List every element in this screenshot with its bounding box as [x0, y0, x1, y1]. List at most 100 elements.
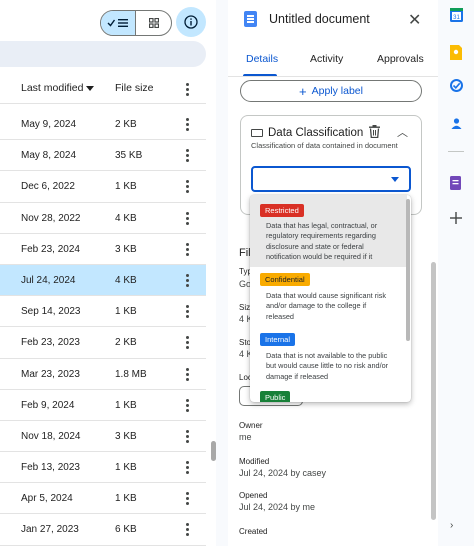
view-toolbar — [0, 7, 216, 37]
tasks-icon[interactable] — [450, 79, 463, 92]
row-more-icon[interactable] — [183, 336, 191, 350]
tab-approvals[interactable]: Approvals — [377, 53, 424, 65]
row-last-modified: Nov 28, 2022 — [21, 212, 81, 224]
list-view-button[interactable] — [101, 11, 137, 35]
row-more-icon[interactable] — [183, 398, 191, 412]
confidential-description: Data that would cause significant risk a… — [266, 291, 387, 321]
header-more-icon[interactable] — [183, 83, 191, 96]
panel-header: Untitled document ✕ — [228, 0, 438, 40]
drive-window: Last modified File size May 9, 2024 2 KB M… — [0, 0, 474, 546]
table-row[interactable]: Nov 28, 2022 4 KB — [0, 203, 206, 234]
contacts-icon[interactable] — [450, 117, 463, 130]
calendar-icon[interactable]: 31 — [450, 8, 463, 22]
row-more-icon[interactable] — [183, 242, 191, 256]
side-rail: 31 › — [438, 0, 474, 546]
forms-icon[interactable] — [450, 176, 461, 190]
table-row[interactable]: Feb 23, 2024 3 KB — [0, 234, 206, 265]
table-row[interactable]: Feb 23, 2023 2 KB — [0, 327, 206, 359]
svg-text:31: 31 — [453, 15, 460, 21]
chevron-right-icon[interactable]: › — [450, 520, 453, 531]
row-more-icon[interactable] — [183, 149, 191, 163]
table-row[interactable]: Feb 9, 2024 1 KB — [0, 390, 206, 421]
sort-last-modified[interactable]: Last modified — [21, 82, 95, 94]
list-header: Last modified File size — [0, 72, 206, 104]
row-file-size: 1 KB — [115, 181, 137, 193]
row-file-size: 3 KB — [115, 430, 137, 442]
classification-header: Data Classification ︿ — [251, 125, 411, 141]
table-row[interactable]: Jan 27, 2023 6 KB — [0, 514, 206, 546]
classification-title: Data Classification — [268, 127, 364, 139]
table-row[interactable]: Apr 5, 2024 1 KB — [0, 483, 206, 515]
view-toggle — [100, 10, 172, 36]
option-public[interactable]: Public — [250, 391, 407, 402]
restricted-chip: Restricted — [260, 204, 304, 217]
opened-value: Jul 24, 2024 by me — [239, 502, 316, 512]
row-more-icon[interactable] — [183, 211, 191, 225]
modified-value: Jul 24, 2024 by casey — [239, 468, 327, 478]
row-last-modified: Feb 23, 2023 — [21, 337, 80, 349]
last-modified-header: Last modified — [21, 82, 84, 94]
file-details-heading: Fil — [239, 247, 251, 259]
row-last-modified: Jul 24, 2024 — [21, 274, 76, 286]
rail-divider — [448, 151, 464, 152]
list-view-icon — [107, 19, 128, 27]
row-more-icon[interactable] — [183, 492, 191, 506]
option-restricted[interactable]: Restricted Data that has legal, contract… — [250, 195, 407, 267]
apply-label-text: Apply label — [311, 85, 363, 97]
grid-view-icon — [148, 18, 159, 28]
classification-select[interactable] — [251, 166, 411, 192]
file-size-header[interactable]: File size — [115, 82, 154, 94]
row-more-icon[interactable] — [183, 118, 191, 131]
row-more-icon[interactable] — [183, 523, 191, 537]
collapse-chevron-icon[interactable]: ︿ — [397, 124, 408, 140]
filter-bar[interactable] — [0, 41, 206, 67]
table-row[interactable]: Nov 18, 2024 3 KB — [0, 421, 206, 453]
details-scrollbar[interactable] — [431, 262, 436, 520]
file-list-scrollbar[interactable] — [211, 441, 216, 461]
option-confidential[interactable]: Confidential Data that would cause signi… — [250, 267, 407, 329]
row-more-icon[interactable] — [183, 273, 191, 287]
row-last-modified: May 9, 2024 — [21, 119, 77, 130]
table-row[interactable]: May 8, 2024 35 KB — [0, 140, 206, 172]
tab-details[interactable]: Details — [246, 53, 278, 65]
opened-label: Opened — [239, 491, 268, 500]
table-row[interactable]: May 9, 2024 2 KB — [0, 109, 206, 141]
tab-activity[interactable]: Activity — [310, 53, 343, 65]
panel-tabs: Details Activity Approvals — [228, 50, 438, 77]
owner-label: Owner — [239, 421, 263, 430]
row-file-size: 2 KB — [115, 119, 137, 130]
row-last-modified: Apr 5, 2024 — [21, 493, 73, 505]
row-file-size: 1.8 MB — [115, 368, 147, 380]
table-row[interactable]: Feb 13, 2023 1 KB — [0, 452, 206, 484]
modified-label: Modified — [239, 457, 270, 466]
option-internal[interactable]: Internal Data that is not available to t… — [250, 329, 407, 391]
row-last-modified: Sep 14, 2023 — [21, 306, 81, 318]
row-more-icon[interactable] — [183, 461, 191, 475]
internal-chip: Internal — [260, 333, 296, 346]
table-row[interactable]: Jul 24, 2024 4 KB — [0, 264, 206, 297]
row-more-icon[interactable] — [183, 429, 191, 443]
dropdown-scrollbar[interactable] — [406, 199, 410, 341]
row-file-size: 6 KB — [115, 524, 137, 536]
close-icon[interactable]: ✕ — [408, 10, 421, 30]
row-more-icon[interactable] — [183, 305, 191, 319]
public-chip: Public — [260, 391, 291, 402]
internal-description: Data that is not available to the public… — [266, 351, 389, 381]
label-icon — [251, 129, 263, 137]
tab-divider — [228, 76, 438, 77]
apply-label-button[interactable]: + Apply label — [240, 80, 422, 102]
add-icon[interactable] — [450, 212, 462, 224]
details-info-button[interactable] — [176, 7, 206, 37]
row-file-size: 4 KB — [115, 274, 137, 286]
row-more-icon[interactable] — [183, 180, 191, 194]
table-row[interactable]: Sep 14, 2023 1 KB — [0, 296, 206, 328]
file-rows: May 9, 2024 2 KB May 8, 2024 35 KB Dec 6, 20… — [0, 109, 206, 546]
row-last-modified: Feb 13, 2023 — [21, 462, 80, 474]
grid-view-button[interactable] — [136, 11, 171, 35]
table-row[interactable]: Dec 6, 2022 1 KB — [0, 171, 206, 203]
trash-icon[interactable] — [369, 125, 380, 138]
owner-value: me — [239, 432, 252, 442]
keep-icon[interactable] — [450, 45, 462, 60]
table-row[interactable]: Mar 23, 2023 1.8 MB — [0, 359, 206, 390]
row-more-icon[interactable] — [183, 367, 191, 381]
